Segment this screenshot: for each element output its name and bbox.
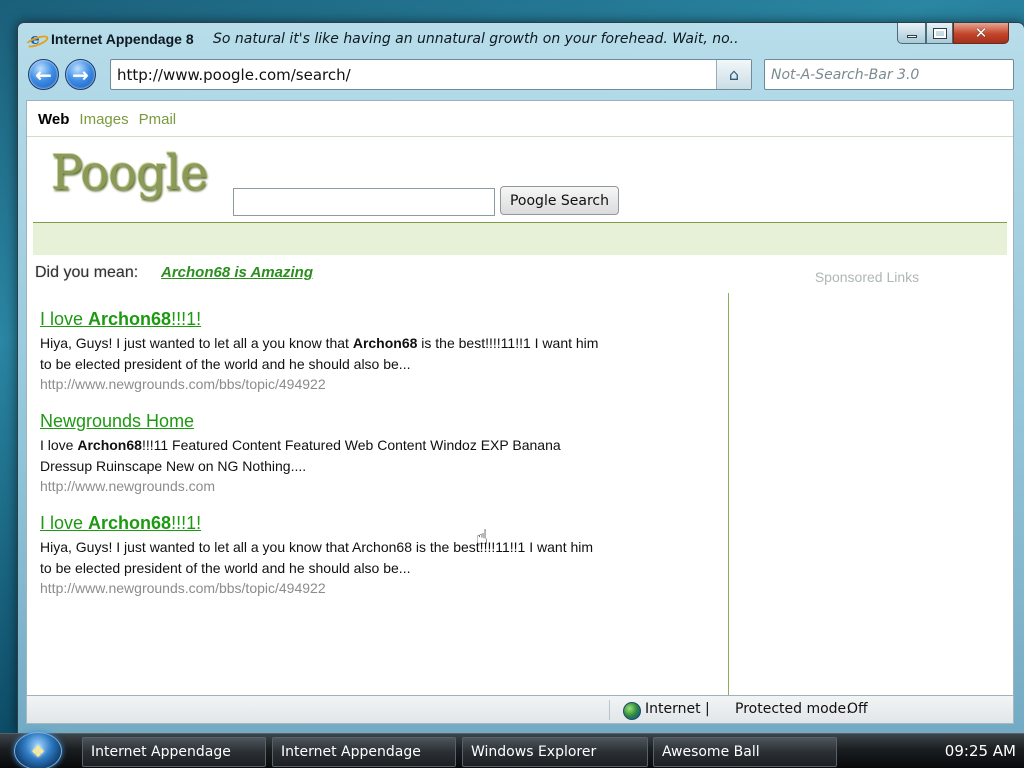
result-url: http://www.newgrounds.com/bbs/topic/4949… [40, 580, 326, 596]
result-item: Newgrounds Home I love Archon68!!!11 Fea… [40, 411, 605, 513]
forward-button[interactable]: → [65, 59, 96, 90]
poogle-search-button[interactable]: Poogle Search [500, 186, 619, 215]
protected-mode-value: Off [847, 701, 868, 717]
nav-link-images[interactable]: Images [79, 111, 128, 128]
top-nav: Web Images Pmail [38, 111, 176, 128]
did-you-mean-label: Did you mean: [35, 264, 139, 281]
toolbar-search-input[interactable] [765, 60, 1013, 89]
protected-mode-label: Protected mode: [735, 701, 851, 717]
result-snippet: Hiya, Guys! I just wanted to let all a y… [40, 539, 594, 576]
address-input[interactable] [111, 60, 716, 89]
globe-icon [623, 702, 641, 720]
home-button[interactable]: ⌂ [716, 60, 751, 89]
result-item: I love Archon68!!!1! Hiya, Guys! I just … [40, 309, 605, 411]
result-title-link[interactable]: I love Archon68!!!1! [40, 309, 605, 330]
windows-logo-icon: ❖ [30, 741, 46, 761]
window-subtitle: So natural it's like having an unnatural… [213, 31, 738, 47]
sponsored-links-heading: Sponsored Links [814, 269, 920, 285]
page-content: Web Images Pmail Poogle Poogle Search Di… [26, 100, 1014, 696]
results-list: I love Archon68!!!1! Hiya, Guys! I just … [40, 309, 605, 615]
result-url: http://www.newgrounds.com/bbs/topic/4949… [40, 376, 326, 392]
start-button[interactable]: ❖ [14, 732, 62, 768]
browser-app-icon: e [27, 31, 43, 47]
result-title-link[interactable]: Newgrounds Home [40, 411, 605, 432]
maximize-icon [932, 27, 947, 39]
status-bar: Internet | Protected mode: Off [26, 696, 1014, 724]
minimize-icon [906, 35, 917, 38]
suggestion-link[interactable]: Archon68 is Amazing [161, 264, 313, 281]
back-button[interactable]: ← [28, 59, 59, 90]
close-button[interactable]: ✕ [953, 23, 1009, 44]
taskbar: ❖ Internet Appendage Internet Appendage … [0, 732, 1024, 768]
taskbar-item-awesome-ball[interactable]: Awesome Ball [653, 737, 837, 767]
minimize-button[interactable] [897, 23, 926, 44]
maximize-button[interactable] [926, 23, 953, 44]
query-input[interactable] [233, 188, 495, 216]
top-divider [27, 136, 1013, 137]
result-title-link[interactable]: I love Archon68!!!1! [40, 513, 605, 534]
column-divider [728, 293, 729, 695]
browser-window: e Internet Appendage 8 So natural it's l… [17, 22, 1024, 734]
nav-link-pmail[interactable]: Pmail [139, 111, 177, 128]
title-bar[interactable]: e Internet Appendage 8 So natural it's l… [18, 23, 1024, 55]
security-zone[interactable]: Internet | [645, 701, 710, 717]
result-url: http://www.newgrounds.com [40, 478, 216, 494]
address-bar: ⌂ [110, 59, 752, 90]
status-separator [609, 700, 610, 720]
nav-link-web[interactable]: Web [38, 111, 69, 128]
window-title: Internet Appendage 8 [51, 31, 194, 47]
forward-arrow-icon: → [72, 62, 89, 87]
system-clock[interactable]: 09:25 AM [945, 742, 1016, 760]
hand-cursor-icon: ☝ [476, 525, 489, 549]
home-icon: ⌂ [728, 65, 740, 84]
poogle-logo[interactable]: Poogle [51, 145, 209, 201]
result-snippet: I love Archon68!!!11 Featured Content Fe… [40, 437, 561, 474]
result-snippet: Hiya, Guys! I just wanted to let all a y… [40, 335, 599, 372]
taskbar-item-internet-appendage-2[interactable]: Internet Appendage [272, 737, 456, 767]
taskbar-item-windows-explorer[interactable]: Windows Explorer [462, 737, 648, 767]
close-icon: ✕ [974, 24, 988, 42]
taskbar-item-internet-appendage-1[interactable]: Internet Appendage [82, 737, 266, 767]
result-item: I love Archon68!!!1! Hiya, Guys! I just … [40, 513, 605, 615]
results-header-band [33, 222, 1007, 255]
back-arrow-icon: ← [35, 62, 52, 87]
toolbar-search-bar [764, 59, 1014, 90]
